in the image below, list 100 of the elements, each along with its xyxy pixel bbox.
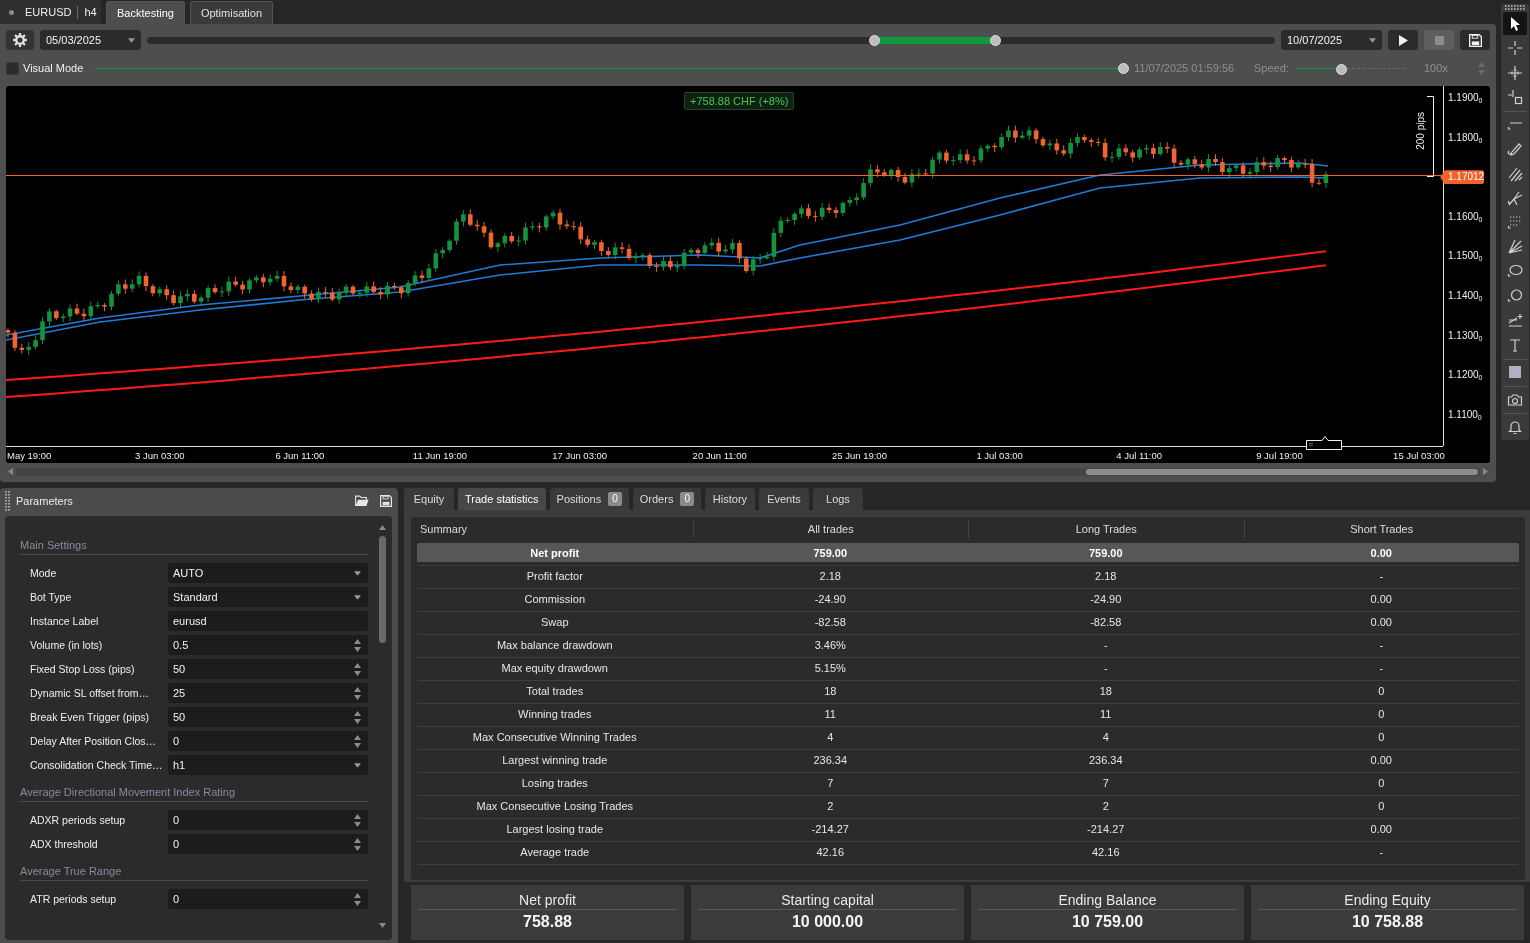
- tab[interactable]: Positions 0: [549, 488, 629, 510]
- table-cell-text: -82.58: [1089, 615, 1123, 628]
- field-label: Delay After Position Clos…: [30, 735, 158, 747]
- card-title: Ending Balance: [1058, 891, 1157, 908]
- tab[interactable]: Orders 0: [632, 488, 701, 510]
- speed-label: Speed:: [1254, 62, 1290, 74]
- scroll-handle-icon: [1306, 435, 1342, 450]
- grip-icon[interactable]: [1505, 5, 1525, 10]
- table-row[interactable]: Max Consecutive Losing Trades 2 2 0: [417, 796, 1519, 819]
- table-cell-text: Net profit: [529, 546, 581, 559]
- card-title: Starting capital: [781, 891, 874, 908]
- column-header[interactable]: Long Trades: [968, 520, 1244, 538]
- slider-handle[interactable]: [869, 34, 881, 46]
- table-row[interactable]: Max equity drawdown 5.15% - -: [417, 658, 1519, 681]
- slider-handle[interactable]: [1335, 63, 1347, 75]
- column-header[interactable]: Short Trades: [1243, 520, 1519, 538]
- number-field[interactable]: 0: [168, 731, 368, 751]
- stop-icon: [1434, 35, 1444, 45]
- date-dropdown[interactable]: 05/03/2025: [40, 30, 141, 50]
- spinner-arrows-icon: [354, 837, 361, 851]
- play-button[interactable]: [1388, 30, 1418, 50]
- settings-button[interactable]: [6, 30, 34, 50]
- dotted-lines-icon: [1507, 214, 1523, 231]
- table-row[interactable]: Largest losing trade -214.27 -214.27 0.00: [417, 819, 1519, 842]
- text-field[interactable]: eurusd: [168, 611, 368, 631]
- table-cell-text: -24.90: [813, 592, 847, 605]
- table-row[interactable]: Largest winning trade 236.34 236.34 0.00: [417, 750, 1519, 773]
- tab[interactable]: Equity: [404, 488, 454, 510]
- axis-label: 25 Jun 19:00: [832, 450, 887, 461]
- table-row[interactable]: Total trades 18 18 0: [417, 681, 1519, 704]
- table-cell-text: 7: [1101, 776, 1110, 789]
- column-header[interactable]: All trades: [692, 520, 968, 538]
- number-field[interactable]: 0: [168, 810, 368, 830]
- axis-label: 1.1100$_{0}$: [1448, 407, 1482, 422]
- date-dropdown[interactable]: 10/07/2025: [1281, 30, 1382, 50]
- table-cell-text: 0.00: [1369, 753, 1393, 766]
- checkbox[interactable]: [6, 61, 19, 75]
- caret-down-icon: [1369, 37, 1376, 43]
- section-title: Average Directional Movement Index Rating: [20, 786, 236, 798]
- triangle-down-icon[interactable]: [378, 923, 386, 928]
- checkbox-label[interactable]: Visual Mode: [23, 62, 95, 74]
- table-cell-text: 0: [1377, 707, 1386, 720]
- table-cell-text: Profit factor: [525, 569, 584, 582]
- table-cell-text: 4: [1101, 730, 1110, 743]
- number-field[interactable]: 0: [168, 889, 368, 909]
- table-row[interactable]: Losing trades 7 7 0: [417, 773, 1519, 796]
- axis-label: 4 Jul 11:00: [1116, 450, 1163, 461]
- table-cell-text: -214.27: [810, 822, 850, 835]
- table-cell-text: Max Consecutive Winning Trades: [471, 730, 638, 743]
- field-label: ADX threshold: [30, 838, 99, 850]
- table-row[interactable]: Net profit 759.00 759.00 0.00: [417, 543, 1519, 566]
- number-field[interactable]: 25: [168, 683, 368, 703]
- card-value: 10 759.00: [1071, 912, 1144, 931]
- table-cell-text: Largest winning trade: [501, 753, 609, 766]
- tab[interactable]: Backtesting: [106, 1, 185, 24]
- table-cell-text: Total trades: [525, 684, 585, 697]
- column-header[interactable]: Summary: [417, 520, 693, 538]
- table-row[interactable]: Commission -24.90 -24.90 0.00: [417, 589, 1519, 612]
- period-slider[interactable]: [147, 36, 1275, 44]
- current-price-tag: 1.17012: [1440, 170, 1484, 185]
- symbol-tab[interactable]: EURUSD h4: [0, 0, 101, 24]
- table-row[interactable]: Max Consecutive Winning Trades 4 4 0: [417, 727, 1519, 750]
- tab[interactable]: Trade statistics: [458, 488, 546, 510]
- triangle-up-icon[interactable]: [378, 525, 386, 530]
- scrollbar-thumb[interactable]: [1086, 468, 1478, 475]
- table-cell-text: 0: [1377, 776, 1386, 789]
- axis-label: 1.1900$_{0}$: [1448, 91, 1483, 105]
- table-cell-text: 42.16: [815, 845, 845, 858]
- table-cell-text: 7: [826, 776, 835, 789]
- tab[interactable]: History: [704, 488, 755, 510]
- grip-icon[interactable]: [5, 491, 10, 511]
- folder-icon[interactable]: [355, 495, 369, 507]
- tab[interactable]: Events: [758, 488, 809, 510]
- dropdown[interactable]: h1: [168, 755, 368, 775]
- dropdown[interactable]: AUTO: [168, 563, 368, 583]
- table-row[interactable]: Max balance drawdown 3.46% - -: [417, 635, 1519, 658]
- scrollbar[interactable]: [16, 467, 1480, 476]
- tab[interactable]: Logs: [812, 488, 863, 510]
- tool-button[interactable]: [1503, 12, 1527, 36]
- number-field[interactable]: 50: [168, 707, 368, 727]
- table-row[interactable]: Average trade 42.16 42.16 -: [417, 842, 1519, 865]
- number-field[interactable]: 0.5: [168, 635, 368, 655]
- tab[interactable]: Optimisation: [189, 1, 273, 24]
- save-button[interactable]: [1460, 30, 1490, 50]
- crosshair-icon: [1507, 40, 1523, 57]
- table-cell-text: -24.90: [1089, 592, 1123, 605]
- progress-handle[interactable]: [1117, 62, 1129, 74]
- number-field[interactable]: 50: [168, 659, 368, 679]
- table-row[interactable]: Winning trades 11 11 0: [417, 704, 1519, 727]
- table-cell-text: -: [1102, 661, 1109, 674]
- table-row[interactable]: Profit factor 2.18 2.18 -: [417, 566, 1519, 589]
- table-cell-text: 236.34: [812, 753, 849, 766]
- caret-down-icon: [354, 762, 361, 768]
- table-row[interactable]: Swap -82.58 -82.58 0.00: [417, 612, 1519, 635]
- dropdown[interactable]: Standard: [168, 587, 368, 607]
- scrollbar-thumb[interactable]: [378, 536, 386, 643]
- slider-handle[interactable]: [989, 34, 1001, 46]
- number-field[interactable]: 0: [168, 834, 368, 854]
- spinner-arrows-icon: [354, 710, 361, 724]
- table-cell-text: 4: [826, 730, 835, 743]
